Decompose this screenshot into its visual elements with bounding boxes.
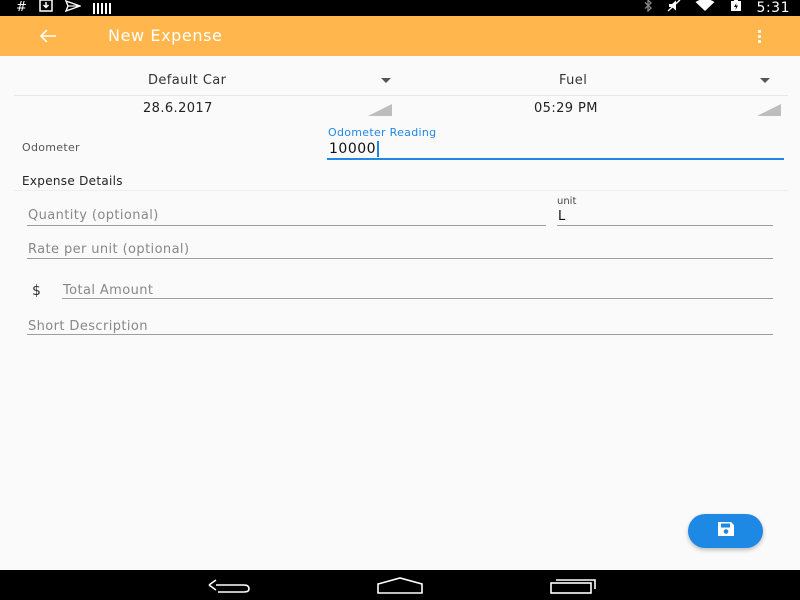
- divider: [14, 190, 788, 191]
- odometer-underline: [327, 158, 784, 160]
- rate-placeholder: Rate per unit (optional): [28, 242, 190, 257]
- unit-underline: [557, 225, 773, 226]
- quantity-underline: [27, 225, 546, 226]
- vehicle-spinner-value: Default Car: [148, 73, 227, 88]
- page-title: New Expense: [108, 26, 223, 45]
- download-icon: [39, 0, 53, 17]
- navigation-bar: [0, 570, 800, 600]
- date-value: 28.6.2017: [143, 101, 213, 116]
- quantity-placeholder: Quantity (optional): [28, 208, 159, 223]
- app-bar: New Expense: [0, 16, 800, 56]
- nav-home-icon[interactable]: [375, 574, 425, 596]
- dropdown-corner-icon: [757, 104, 781, 116]
- send-icon: [64, 0, 82, 17]
- mute-icon: [667, 0, 681, 17]
- category-spinner[interactable]: Fuel: [550, 70, 780, 92]
- unit-value: L: [558, 209, 566, 224]
- status-left-icons: #: [16, 0, 111, 16]
- overflow-menu-icon[interactable]: [754, 24, 764, 48]
- time-value: 05:29 PM: [534, 101, 598, 116]
- odometer-value: 10000: [329, 141, 377, 157]
- save-icon: [717, 521, 735, 541]
- status-bar: # 5:31: [0, 0, 800, 16]
- divider: [14, 95, 788, 96]
- signal-bars-icon: [92, 2, 111, 14]
- save-button[interactable]: [688, 514, 763, 548]
- vehicle-spinner[interactable]: Default Car: [140, 70, 400, 92]
- expense-details-heading: Expense Details: [22, 174, 123, 188]
- description-placeholder: Short Description: [28, 319, 148, 334]
- bluetooth-icon: [643, 0, 653, 17]
- nav-recents-icon[interactable]: [548, 574, 598, 596]
- wifi-icon: [695, 0, 715, 17]
- odometer-label: Odometer: [22, 141, 80, 154]
- total-amount-placeholder: Total Amount: [63, 283, 154, 298]
- chevron-down-icon: [381, 78, 391, 83]
- unit-label: unit: [557, 196, 577, 207]
- text-cursor: [377, 141, 380, 157]
- currency-symbol: $: [32, 283, 41, 299]
- dropdown-corner-icon: [368, 104, 392, 116]
- rate-underline: [27, 258, 773, 259]
- description-underline: [27, 334, 773, 335]
- nav-back-icon[interactable]: [204, 574, 254, 596]
- total-amount-underline: [62, 298, 773, 299]
- status-time: 5:31: [756, 0, 790, 16]
- odometer-input[interactable]: 10000: [329, 141, 380, 157]
- category-spinner-value: Fuel: [559, 73, 588, 88]
- battery-icon: [729, 0, 743, 17]
- status-right-icons: 5:31: [643, 0, 790, 16]
- chevron-down-icon: [760, 78, 770, 83]
- arrow-back-icon[interactable]: [36, 24, 60, 48]
- hash-icon: #: [16, 0, 27, 15]
- odometer-hint: Odometer Reading: [328, 126, 437, 139]
